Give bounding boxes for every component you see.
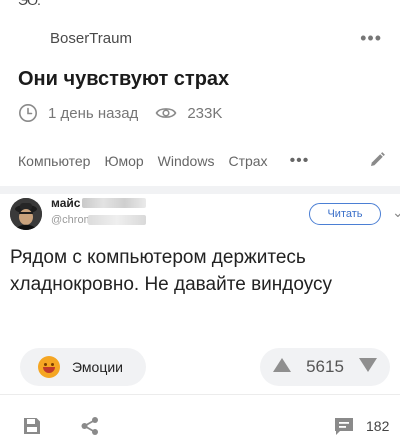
downvote-arrow-icon[interactable] (358, 357, 378, 378)
post-time: 1 день назад (48, 104, 139, 122)
upvote-arrow-icon[interactable] (272, 357, 292, 378)
eye-icon (155, 105, 177, 121)
tag-item[interactable]: Windows (158, 153, 215, 169)
emotions-label: Эмоции (72, 359, 123, 375)
chevron-down-icon[interactable]: ⌄ (392, 204, 400, 221)
redacted-handle (88, 215, 146, 225)
pencil-icon[interactable] (368, 151, 386, 172)
redacted-name (82, 198, 146, 208)
comments-count[interactable]: 182 (366, 418, 389, 434)
smile-emoji-icon (38, 356, 60, 378)
tag-item[interactable]: Страх (228, 153, 267, 169)
section-divider (0, 186, 400, 194)
read-button[interactable]: Читать (309, 203, 381, 225)
comment-text: Рядом с компьютером держитесь хладнокров… (10, 247, 332, 295)
bottom-divider (0, 394, 400, 395)
post-meta: 1 день назад 233K (18, 101, 222, 125)
vote-count: 5615 (306, 357, 344, 376)
tags-row: Компьютер Юмор Windows Страх ••• (18, 150, 386, 172)
tag-item[interactable]: Компьютер (18, 153, 90, 169)
tags-more-button[interactable]: ••• (290, 153, 310, 169)
more-horizontal-icon[interactable]: ••• (360, 29, 382, 47)
save-icon[interactable] (22, 416, 42, 441)
clipped-header-text: ЭО. (18, 0, 41, 8)
commenter-name[interactable]: майс (51, 196, 80, 210)
tag-item[interactable]: Юмор (104, 153, 143, 169)
avatar[interactable] (10, 198, 42, 230)
post-title[interactable]: Они чувствуют страх (18, 68, 229, 91)
share-icon[interactable] (80, 416, 100, 441)
vote-control: 5615 (260, 348, 390, 386)
author-row: BoserTraum ••• (18, 26, 382, 50)
post-views: 233K (187, 104, 223, 122)
emotions-button[interactable]: Эмоции (20, 348, 146, 386)
author-name[interactable]: BoserTraum (50, 30, 132, 47)
commenter-handle: @chrom (51, 214, 93, 226)
clock-icon (18, 103, 38, 123)
comment-icon[interactable] (333, 416, 355, 441)
bottom-toolbar: 182 (0, 408, 400, 444)
